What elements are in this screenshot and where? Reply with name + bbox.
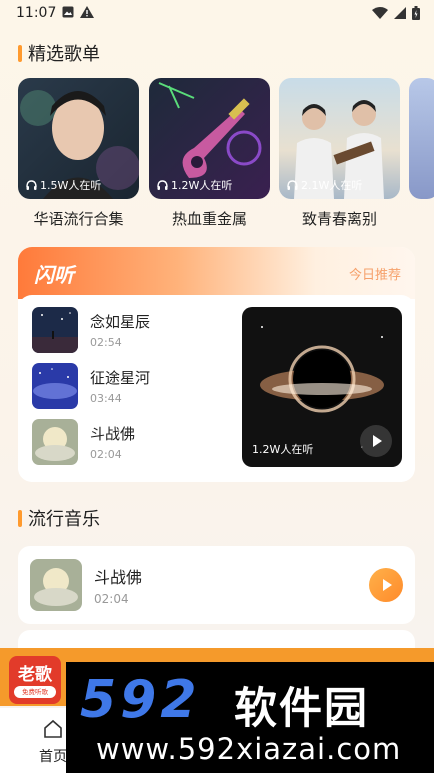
playlist-card[interactable]: 1.2W人在听 热血重金属 (149, 78, 270, 228)
feature-play-button[interactable] (360, 425, 392, 457)
featured-section-title: 精选歌单 (18, 40, 100, 66)
song-name: 斗战佛 (94, 568, 143, 587)
song-thumb (30, 559, 82, 611)
playlist-cover: 1.5W人在听 (18, 78, 139, 199)
watermark-logo-text: 老歌 (18, 665, 52, 685)
night-sky-cover (32, 307, 78, 353)
song-thumb (32, 419, 78, 465)
playlist-name: 致青春离别 (301, 210, 377, 228)
title-accent-bar (18, 509, 22, 527)
playlist-listeners: 1.2W人在听 (171, 179, 233, 192)
playlist-name: 华语流行合集 (33, 210, 124, 228)
play-icon (373, 435, 382, 447)
watermark-brand-name: 软件园 (234, 684, 369, 734)
today-recommend-link[interactable]: 今日推荐 (349, 264, 401, 283)
playlist-listeners: 1.5W人在听 (40, 179, 102, 192)
playlist-card-partial[interactable] (409, 78, 434, 199)
song-duration: 02:04 (90, 448, 122, 461)
featured-song-cover[interactable]: 1.2W人在听 (242, 307, 402, 467)
play-button[interactable] (369, 568, 403, 602)
popular-section-title: 流行音乐 (18, 505, 100, 531)
song-item[interactable]: 念如星辰 02:54 (32, 307, 232, 355)
watermark-logo: 老歌 免费听歌 (9, 656, 61, 704)
playlist-name: 热血重金属 (171, 210, 247, 228)
wifi-icon (372, 7, 388, 19)
watermark-url: www.592xiazai.com (96, 732, 402, 766)
song-thumb (32, 307, 78, 353)
clouds-cover (30, 559, 82, 611)
popular-title: 流行音乐 (28, 509, 100, 530)
song-item[interactable]: 斗战佛 02:04 (32, 419, 232, 467)
music-list-item[interactable]: 斗战佛 02:04 (18, 546, 415, 624)
battery-icon (412, 6, 420, 20)
image-icon (62, 6, 74, 18)
playlist-card[interactable]: 2.1W人在听 致青春离别 (279, 78, 400, 228)
playlist-card[interactable]: 1.5W人在听 华语流行合集 (18, 78, 139, 228)
feature-listeners: 1.2W人在听 (252, 443, 314, 456)
featured-title: 精选歌单 (28, 44, 100, 65)
watermark-brand-number: 592 (80, 670, 201, 730)
song-thumb (32, 363, 78, 409)
song-duration: 03:44 (90, 392, 122, 405)
song-name: 征途星河 (90, 369, 151, 387)
playlist-cover (409, 78, 434, 199)
playlist-cover: 1.2W人在听 (149, 78, 270, 199)
watermark-overlay: 老歌 免费听歌 592 软件园 www.592xiazai.com (0, 648, 434, 773)
song-item[interactable]: 征途星河 03:44 (32, 363, 232, 411)
song-duration: 02:04 (94, 592, 129, 606)
playlist-cover: 2.1W人在听 (279, 78, 400, 199)
song-name: 斗战佛 (90, 425, 136, 443)
watermark-logo-sub: 免费听歌 (14, 686, 56, 698)
status-bar: 11:07 (0, 0, 434, 26)
headphones-icon (26, 180, 37, 190)
clouds-cover (32, 419, 78, 465)
headphones-icon (157, 180, 168, 190)
playlist-row: 1.5W人在听 华语流行合集 1.2W人在听 热血重金属 2.1W人在听 致青春… (18, 78, 434, 228)
play-icon (383, 579, 392, 591)
song-duration: 02:54 (90, 336, 122, 349)
status-time: 11:07 (16, 5, 57, 21)
song-name: 念如星辰 (90, 313, 151, 331)
flash-listen-card: 闪听 今日推荐 念如星辰 02:54 征途星河 03:44 斗战佛 02:04 … (18, 247, 415, 482)
playlist-listeners: 2.1W人在听 (301, 179, 363, 192)
signal-icon (394, 7, 406, 19)
flash-header: 闪听 今日推荐 (18, 247, 415, 299)
flash-title: 闪听 (34, 263, 74, 287)
headphones-icon (287, 180, 298, 190)
warning-icon (80, 6, 94, 18)
title-accent-bar (18, 44, 22, 62)
galaxy-cover (32, 363, 78, 409)
